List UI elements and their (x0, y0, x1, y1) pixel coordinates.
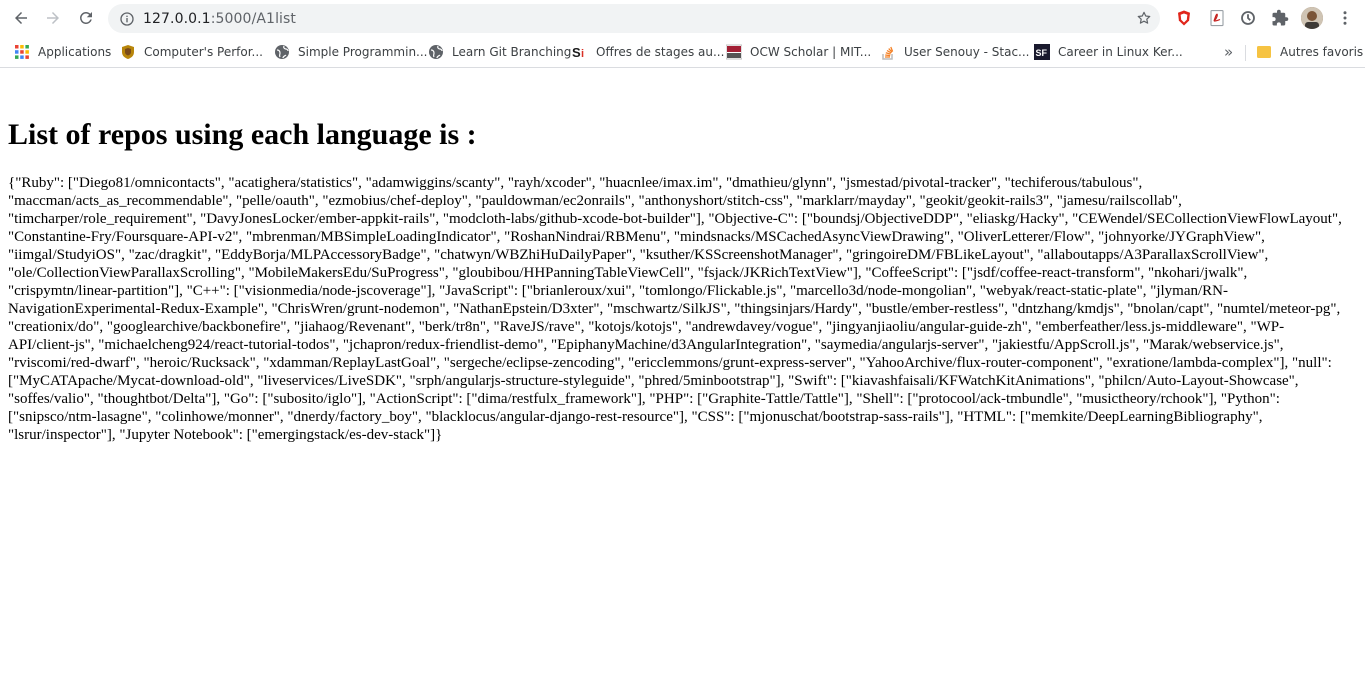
address-bar[interactable]: 127.0.0.1:5000/A1list (108, 4, 1160, 33)
bookmarks-bar: Applications Computer's Perfor... Simple… (0, 37, 1365, 68)
timer-extension-icon[interactable] (1238, 8, 1258, 28)
bookmark-label: Applications (38, 45, 112, 59)
folder-icon (1256, 44, 1272, 60)
url-path: /A1list (251, 10, 297, 27)
reload-icon (80, 12, 92, 24)
stackoverflow-icon (880, 44, 896, 60)
forward-button[interactable] (37, 2, 69, 34)
other-bookmarks-folder[interactable]: Autres favoris (1256, 41, 1363, 63)
globe-icon (428, 44, 444, 60)
bookmark-computers-performance[interactable]: Computer's Perfor... (120, 41, 263, 63)
back-arrow-icon (15, 12, 27, 24)
bookmark-label: Offres de stages au... (596, 45, 725, 59)
apps-grid-icon (14, 44, 30, 60)
bookmark-label: User Senouy - Stac... (904, 45, 1030, 59)
bookmark-label: Career in Linux Ker... (1058, 45, 1183, 59)
bookmark-user-senouy[interactable]: User Senouy - Stac... (880, 41, 1030, 63)
bookmark-label: Simple Programmin... (298, 45, 428, 59)
bookmark-career-in-linux[interactable]: SF Career in Linux Ker... (1034, 41, 1183, 63)
back-button[interactable] (5, 2, 37, 34)
globe-icon (274, 44, 290, 60)
bookmark-star-icon[interactable] (1136, 10, 1152, 26)
bookmarks-overflow-button[interactable]: » (1224, 41, 1233, 63)
url-text[interactable]: 127.0.0.1:5000/A1list (143, 11, 296, 27)
svg-text:SF: SF (1036, 48, 1048, 58)
kebab-menu-icon (1343, 11, 1347, 25)
bookmark-label: Computer's Perfor... (144, 45, 263, 59)
mit-logo-icon (726, 44, 742, 60)
shield-crest-icon (120, 44, 136, 60)
url-host: 127.0.0.1 (143, 10, 211, 27)
bookmark-label: Learn Git Branching (452, 45, 572, 59)
page-content: List of repos using each language is : {… (8, 68, 1348, 444)
profile-avatar[interactable] (1301, 7, 1323, 29)
bookmark-applications[interactable]: Applications (14, 41, 111, 63)
brave-shield-icon[interactable] (1174, 8, 1194, 28)
extensions-puzzle-icon[interactable] (1270, 8, 1290, 28)
repos-json-text: {"Ruby": ["Diego81/omnicontacts", "acati… (8, 175, 1342, 443)
bookmark-ocw-scholar[interactable]: OCW Scholar | MIT... (726, 41, 871, 63)
browser-toolbar: 127.0.0.1:5000/A1list (0, 0, 1365, 37)
page-heading: List of repos using each language is : (8, 118, 477, 151)
other-bookmarks-label: Autres favoris (1280, 45, 1364, 59)
forward-arrow-icon (47, 12, 59, 24)
pdf-extension-icon[interactable] (1207, 8, 1227, 28)
svg-text:i: i (581, 48, 584, 60)
bookmark-simple-programming[interactable]: Simple Programmin... (274, 41, 428, 63)
menu-button[interactable] (1335, 8, 1355, 28)
bookmark-offres-de-stages[interactable]: Si Offres de stages au... (572, 41, 724, 63)
reload-button[interactable] (70, 2, 102, 34)
bookmark-learn-git-branching[interactable]: Learn Git Branching (428, 41, 571, 63)
bookmarks-divider (1245, 45, 1246, 61)
url-port: :5000 (210, 10, 252, 27)
avatar-icon (1301, 7, 1323, 29)
si-logo-icon: Si (572, 44, 588, 60)
bookmark-label: OCW Scholar | MIT... (750, 45, 872, 59)
svg-text:S: S (572, 45, 581, 60)
sf-logo-icon: SF (1034, 44, 1050, 60)
site-info-icon[interactable] (119, 11, 135, 27)
